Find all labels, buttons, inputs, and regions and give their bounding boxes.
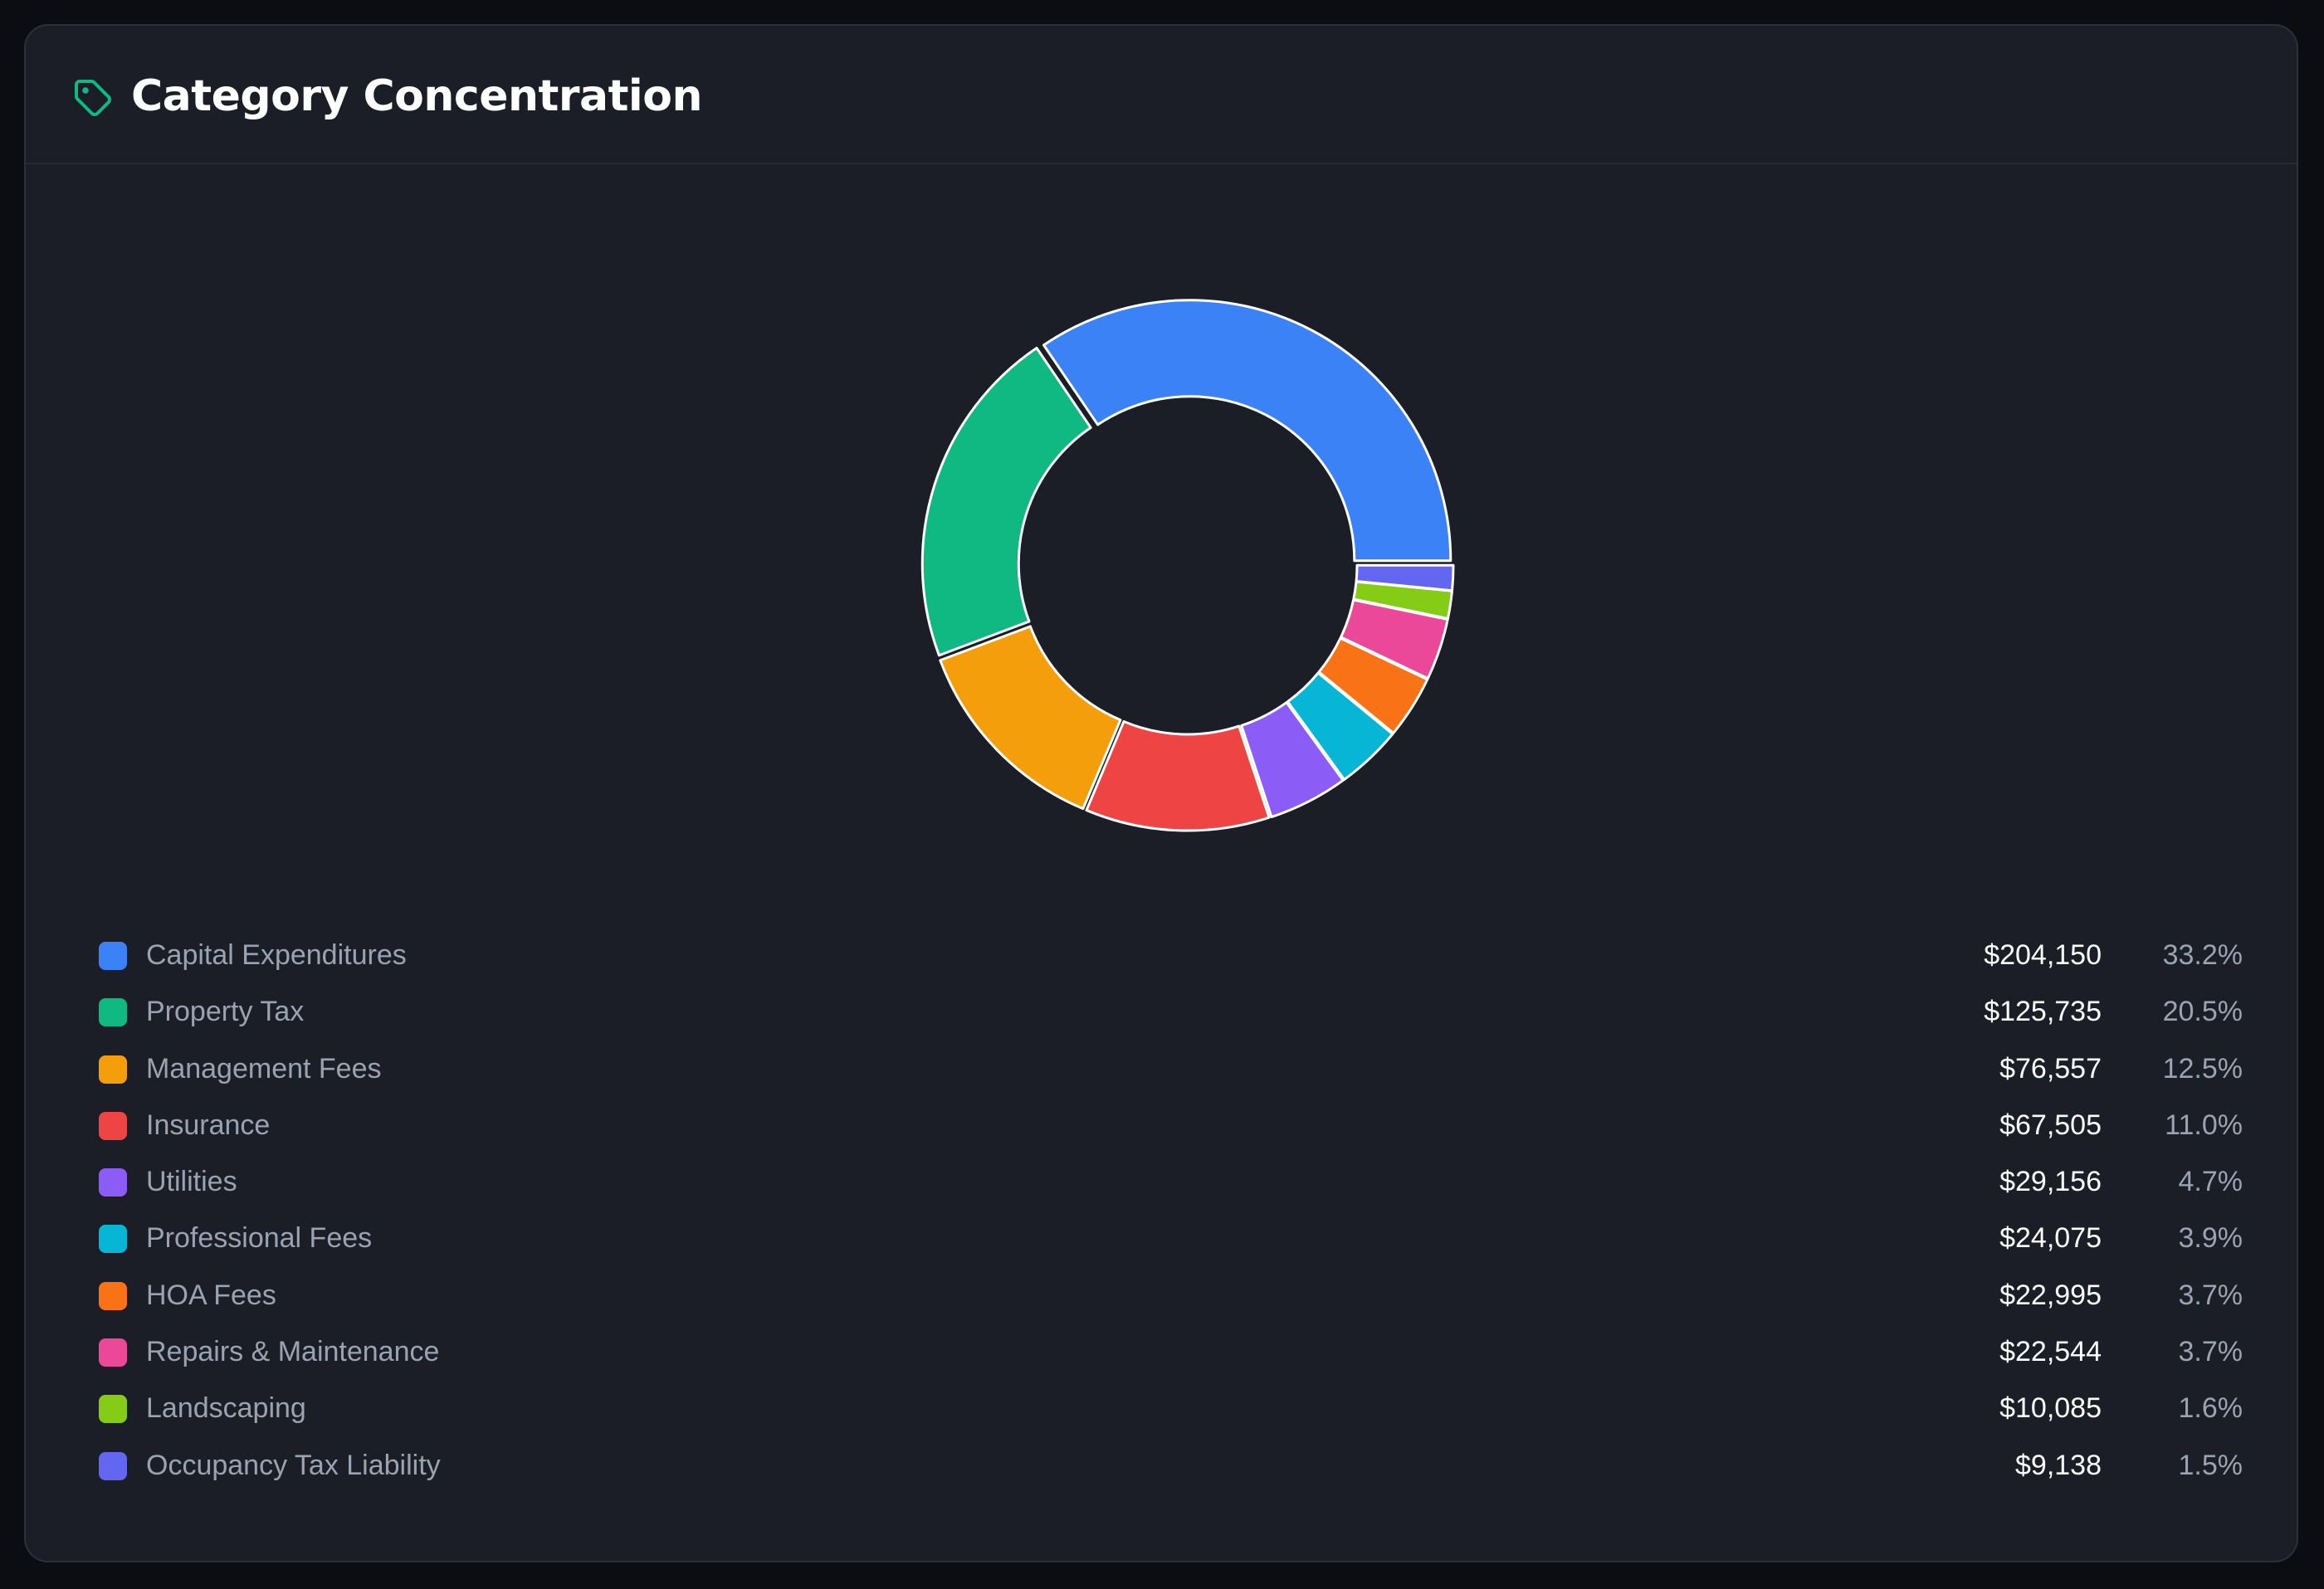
legend-item[interactable]: Occupancy Tax Liability $9,138 1.5% [73, 1436, 2264, 1493]
legend-amount: $204,150 [1984, 939, 2102, 971]
donut-slice-management-fees[interactable] [939, 625, 1122, 811]
legend-label: Professional Fees [146, 1222, 373, 1255]
legend-swatch [99, 1168, 127, 1197]
legend-swatch [99, 1395, 127, 1424]
legend-amount: $10,085 [1999, 1392, 2102, 1425]
legend-swatch [99, 1338, 127, 1367]
legend-percent: 33.2% [2162, 939, 2243, 971]
legend-label: Occupancy Tax Liability [146, 1449, 441, 1481]
legend-item[interactable]: Insurance $67,505 11.0% [73, 1096, 2264, 1153]
legend: Capital Expenditures $204,150 33.2% Propert… [73, 926, 2264, 1493]
donut-slice-property-tax[interactable] [920, 346, 1092, 657]
legend-amount: $29,156 [1999, 1166, 2102, 1198]
legend-percent: 3.9% [2178, 1222, 2243, 1255]
legend-label: Property Tax [146, 996, 305, 1028]
legend-label: Capital Expenditures [146, 939, 407, 971]
legend-percent: 20.5% [2162, 996, 2243, 1028]
legend-item[interactable]: Management Fees $76,557 12.5% [73, 1040, 2264, 1096]
legend-item[interactable]: HOA Fees $22,995 3.7% [73, 1266, 2264, 1323]
legend-amount: $24,075 [1999, 1222, 2102, 1255]
legend-label: Management Fees [146, 1052, 382, 1085]
legend-percent: 1.5% [2178, 1449, 2243, 1481]
legend-label: Insurance [146, 1109, 271, 1141]
card-header: Category Concentration [26, 26, 2297, 164]
legend-item[interactable]: Utilities $29,156 4.7% [73, 1153, 2264, 1209]
legend-percent: 4.7% [2178, 1166, 2243, 1198]
legend-amount: $22,544 [1999, 1336, 2102, 1368]
legend-amount: $22,995 [1999, 1279, 2102, 1311]
legend-amount: $67,505 [1999, 1109, 2102, 1141]
legend-label: Landscaping [146, 1392, 306, 1425]
card-title: Category Concentration [131, 71, 703, 121]
legend-amount: $76,557 [1999, 1052, 2102, 1085]
category-concentration-card: Category Concentration Capital Expenditu… [24, 24, 2298, 1562]
legend-item[interactable]: Repairs & Maintenance $22,544 3.7% [73, 1323, 2264, 1379]
legend-swatch [99, 1451, 127, 1480]
legend-item[interactable]: Professional Fees $24,075 3.9% [73, 1209, 2264, 1265]
legend-swatch [99, 998, 127, 1027]
tag-icon [75, 80, 111, 116]
legend-label: Utilities [146, 1166, 237, 1198]
legend-item[interactable]: Landscaping $10,085 1.6% [73, 1379, 2264, 1435]
legend-item[interactable]: Capital Expenditures $204,150 33.2% [73, 926, 2264, 982]
donut-chart [920, 299, 1455, 832]
legend-item[interactable]: Property Tax $125,735 20.5% [73, 982, 2264, 1039]
legend-swatch [99, 942, 127, 970]
legend-label: Repairs & Maintenance [146, 1336, 440, 1368]
legend-percent: 1.6% [2178, 1392, 2243, 1425]
legend-percent: 12.5% [2162, 1052, 2243, 1085]
legend-percent: 3.7% [2178, 1336, 2243, 1368]
legend-percent: 3.7% [2178, 1279, 2243, 1311]
legend-swatch [99, 1225, 127, 1254]
legend-swatch [99, 1055, 127, 1084]
legend-swatch [99, 1111, 127, 1140]
legend-amount: $9,138 [2015, 1449, 2102, 1481]
legend-label: HOA Fees [146, 1279, 276, 1311]
legend-percent: 11.0% [2165, 1109, 2243, 1141]
legend-amount: $125,735 [1984, 996, 2102, 1028]
donut-slice-capital-expenditures[interactable] [1042, 299, 1452, 563]
legend-swatch [99, 1281, 127, 1310]
